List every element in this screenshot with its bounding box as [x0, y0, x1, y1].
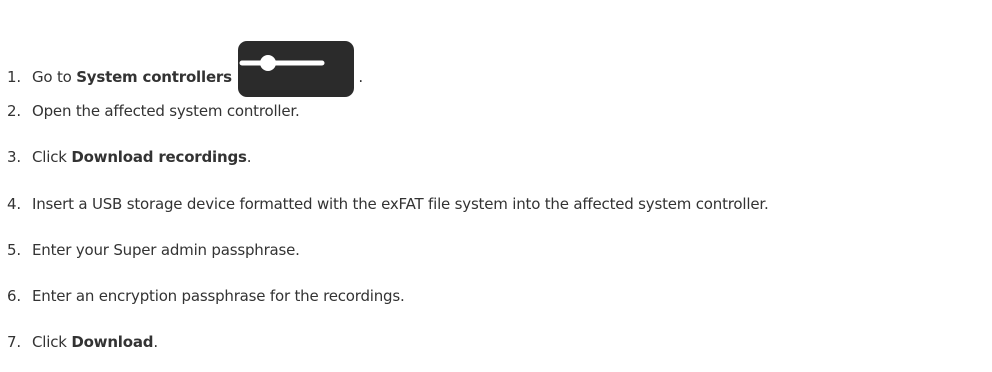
step-text: Insert a USB storage device formatted wi… — [32, 195, 769, 213]
step-number: 2. — [7, 102, 21, 120]
system-controllers-icon — [237, 41, 354, 97]
step-text: Open the affected system controller. — [32, 102, 300, 120]
step-number: 7. — [7, 333, 21, 351]
download-recordings-label: Download recordings — [71, 148, 247, 166]
step-5: 5. Enter your Super admin passphrase. — [0, 235, 300, 265]
download-label: Download — [71, 333, 154, 351]
step-7: 7. Click Download. — [0, 327, 158, 357]
step-4: 4. Insert a USB storage device formatted … — [0, 189, 769, 219]
step-number: 4. — [7, 195, 21, 213]
step-2: 2. Open the affected system controller. — [0, 96, 300, 126]
step-number: 5. — [7, 241, 21, 259]
step-text: Click Download. — [32, 333, 158, 351]
step-text: Enter an encryption passphrase for the r… — [32, 287, 405, 305]
instruction-list: 1. Go to System controllers . 2. Open the … — [0, 16, 992, 372]
step-number: 6. — [7, 287, 21, 305]
step-text: Enter your Super admin passphrase. — [32, 241, 300, 259]
step-6: 6. Enter an encryption passphrase for the… — [0, 281, 405, 311]
step-text: Click Download recordings. — [32, 148, 252, 166]
step-3: 3. Click Download recordings. — [0, 142, 251, 172]
system-controllers-label: System controllers — [76, 67, 232, 86]
step-1: 1. Go to System controllers . — [0, 41, 363, 97]
step-text: Go to System controllers . — [32, 41, 363, 97]
step-number: 3. — [7, 148, 21, 166]
step-number: 1. — [7, 67, 21, 86]
